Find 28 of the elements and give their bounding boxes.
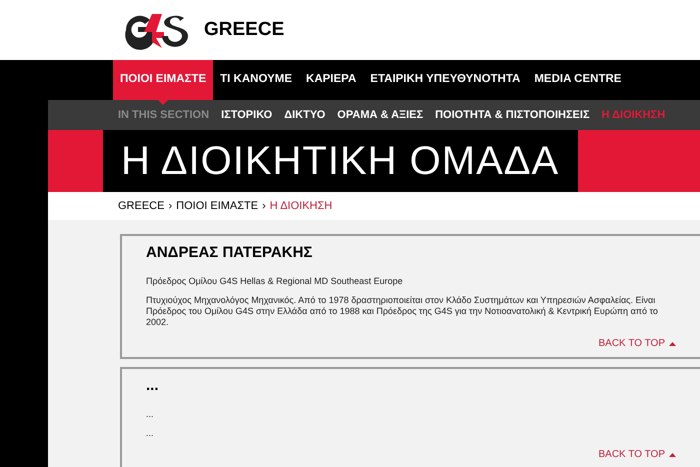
person-role: Πρόεδρος Ομίλου G4S Hellas & Regional MD Southeast Europe — [146, 274, 404, 288]
section-link[interactable]: ΔΙΚΤΥΟ — [284, 106, 326, 124]
breadcrumb-link[interactable]: ΠΟΙΟΙ ΕΙΜΑΣΤΕ — [176, 198, 258, 214]
pointer-icon — [158, 100, 168, 105]
section-link[interactable]: ΙΣΤΟΡΙΚΟ — [221, 106, 272, 124]
nav-tab[interactable]: ΤΙ ΚΑΝΟΥΜΕ — [213, 60, 300, 100]
breadcrumb-link[interactable]: GREECE — [118, 198, 164, 214]
page-title: Η ΔΙΟΙΚΗΤΙΚΗ ΟΜΑΔΑ — [121, 138, 560, 185]
brand-name: GREECE — [204, 18, 284, 42]
section-link[interactable]: ΠΟΙΟΤΗΤΑ & ΠΙΣΤΟΠΟΙΗΣΕΙΣ — [435, 106, 590, 124]
section-label: IN THIS SECTION — [118, 108, 210, 123]
section-link[interactable]: ΟΡΑΜΑ & ΑΞΙΕΣ — [337, 106, 424, 124]
person-role: ... — [146, 408, 155, 420]
nav-tab[interactable]: ΕΤΑΙΡΙΚΗ ΥΠΕΥΘΥΝΟΤΗΤΑ — [363, 60, 528, 100]
person-name: ΑΝΔΡΕΑΣ ΠΑΤΕΡΑΚΗΣ — [146, 243, 314, 263]
chevron: › — [168, 198, 172, 214]
person-name: ... — [146, 376, 160, 396]
chevron: › — [262, 198, 266, 214]
nav-tab[interactable]: MEDIA CENTRE — [527, 60, 628, 100]
back-to-top-link[interactable]: BACK TO TOP — [598, 447, 676, 462]
person-bio: ... — [146, 428, 155, 439]
nav-tab[interactable]: ΚΑΡΙΕΡΑ — [299, 60, 364, 100]
breadcrumb-link[interactable]: Η ΔΙΟΙΚΗΣΗ — [270, 198, 332, 214]
back-to-top-link[interactable]: BACK TO TOP — [598, 336, 676, 351]
banner-accent — [48, 130, 103, 192]
caret-up-icon — [669, 342, 676, 346]
caret-up-icon — [669, 452, 676, 456]
person-bio: Πτυχιούχος Μηχανολόγος Μηχανικός. Από το 1978 δραστηριοποιείται στον Κλάδο Συστημάτων και Υπηρεσιών Ασφαλείας. Είναι Πρόεδρος του Ομίλου G4S στην Ελλάδα από το 1988 και Πρόεδρος της G4S για την Νοτιοανατολική & Κεντρική Ευρώπη από το 2002. — [146, 295, 659, 328]
